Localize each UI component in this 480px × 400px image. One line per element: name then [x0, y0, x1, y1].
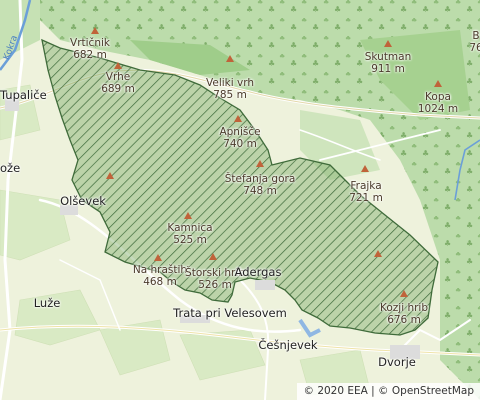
peak-marker[interactable] — [234, 115, 242, 122]
peak-marker[interactable] — [400, 290, 408, 297]
place-label-oze: ože — [0, 161, 21, 175]
peak-label-kozji-hrib: Kozji hrib 676 m — [379, 302, 429, 326]
place-label-cesnjevek: Češnjevek — [258, 338, 318, 352]
peak-marker[interactable] — [154, 254, 162, 261]
peak-label-stefanja-gora: Štefanja gora 748 m — [224, 173, 296, 197]
peak-marker[interactable] — [209, 253, 217, 260]
peak-label-apnisce: Apnišče 740 m — [219, 126, 261, 150]
peak-marker[interactable] — [361, 165, 369, 172]
place-label-adergas: Adergas — [234, 265, 282, 279]
peak-marker[interactable] — [184, 212, 192, 219]
peak-label-vrhe: Vrhe 689 m — [101, 71, 135, 95]
peak-label-frajka: Frajka 721 m — [349, 180, 383, 204]
peak-marker[interactable] — [114, 62, 122, 69]
peak-label-skutman: Skutman 911 m — [364, 51, 412, 75]
place-label-dvorje: Dvorje — [378, 355, 416, 369]
peak-label-veliki-vrh: Veliki vrh 785 m — [206, 77, 254, 101]
peak-label-na-hrastih: Na hraštih 468 m — [132, 264, 188, 288]
peak-marker[interactable] — [434, 80, 442, 87]
peak-marker[interactable] — [384, 40, 392, 47]
peak-label-kamnica: Kamnica 525 m — [167, 222, 213, 246]
place-label-trata-pri-velesovem: Trata pri Velesovem — [173, 306, 287, 320]
map-attribution[interactable]: © 2020 EEA | © OpenStreetMap — [297, 383, 480, 400]
peak-marker[interactable] — [91, 27, 99, 34]
place-label-tupalice: Tupaliče — [0, 88, 47, 102]
peak-marker[interactable] — [256, 160, 264, 167]
peak-marker[interactable] — [226, 55, 234, 62]
peak-marker[interactable] — [374, 250, 382, 257]
peak-label-edge: B 76 — [469, 30, 480, 54]
place-label-olsevek: Olševek — [60, 194, 106, 208]
peak-label-vrticnik: Vrtičnik 682 m — [70, 37, 110, 61]
peak-label-kopa: Kopa 1024 m — [417, 91, 459, 115]
place-label-luze: Luže — [33, 296, 61, 310]
peak-marker[interactable] — [106, 172, 114, 179]
